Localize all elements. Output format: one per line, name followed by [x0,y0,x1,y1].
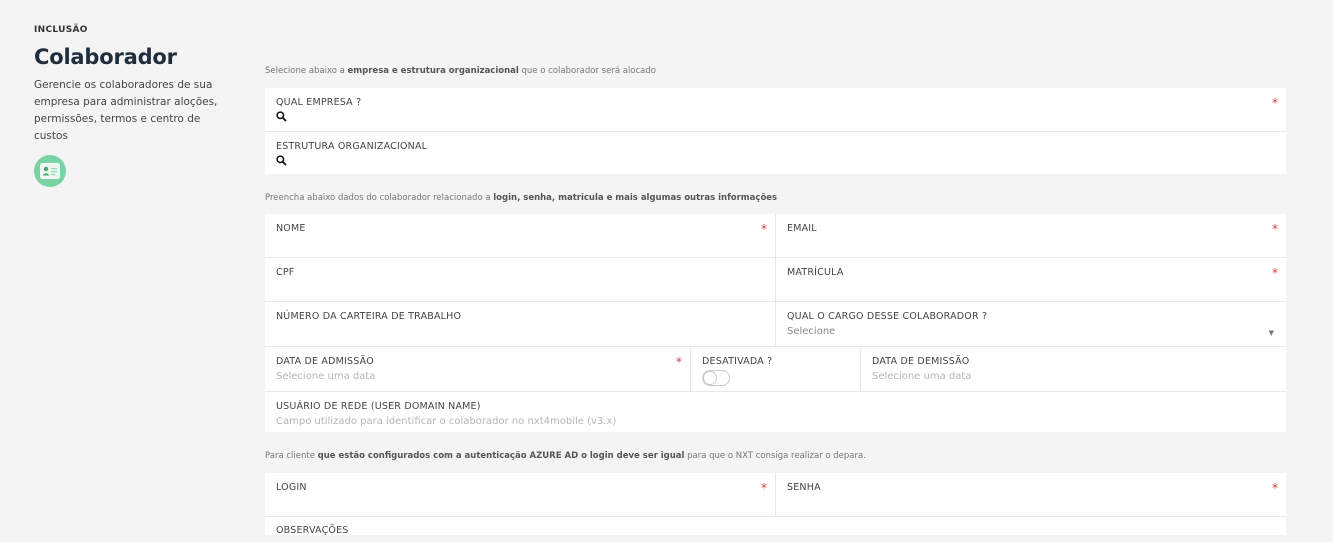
company-label: QUAL EMPRESA ? [276,97,362,108]
id-card-icon [34,155,66,187]
company-field[interactable]: QUAL EMPRESA ? * [265,88,1286,131]
nome-field[interactable]: NOME * [265,214,776,257]
login-field[interactable]: LOGIN * [265,473,776,516]
email-label: EMAIL [787,223,817,234]
employee-card: NOME * EMAIL * CPF MATRÍCULA * NÚMERO DA… [265,214,1286,432]
search-icon[interactable] [276,111,287,122]
email-field[interactable]: EMAIL * [776,214,1286,257]
required-mark: * [676,355,682,369]
required-mark: * [761,222,767,236]
usuario-rede-field[interactable]: USUÁRIO DE REDE (USER DOMAIN NAME) Campo… [265,392,1286,436]
desativada-toggle[interactable] [702,370,730,386]
page: INCLUSÃO Colaborador Gerencie os colabor… [0,0,1333,542]
required-mark: * [1272,266,1278,280]
demissao-label: DATA DE DEMISSÃO [872,356,970,367]
observacoes-field[interactable]: OBSERVAÇÕES [265,517,1286,536]
org-structure-label: ESTRUTURA ORGANIZACIONAL [276,141,428,152]
demissao-field[interactable]: DATA DE DEMISSÃO Selecione uma data [861,347,1286,391]
org-structure-field[interactable]: ESTRUTURA ORGANIZACIONAL [265,132,1286,175]
demissao-placeholder: Selecione uma data [872,371,972,382]
login-card: LOGIN * SENHA * OBSERVAÇÕES [265,473,1286,536]
page-header: INCLUSÃO Colaborador Gerencie os colabor… [34,25,224,187]
senha-field[interactable]: SENHA * [776,473,1286,516]
senha-label: SENHA [787,482,821,493]
cpf-field[interactable]: CPF [265,258,776,301]
desativada-field: DESATIVADA ? [691,347,861,391]
section-company-note: Selecione abaixo a empresa e estrutura o… [265,66,656,76]
admissao-field[interactable]: DATA DE ADMISSÃO * Selecione uma data [265,347,691,391]
desativada-label: DESATIVADA ? [702,356,773,367]
usuario-rede-placeholder: Campo utilizado para identificar o colab… [276,416,617,427]
nome-label: NOME [276,223,306,234]
section-azure-note: Para cliente que estão configurados com … [265,451,866,461]
admissao-placeholder: Selecione uma data [276,371,376,382]
page-description: Gerencie os colaboradores de sua empresa… [34,79,218,142]
admissao-label: DATA DE ADMISSÃO [276,356,374,367]
chevron-down-icon[interactable]: ▼ [1269,329,1274,337]
ctps-field[interactable]: NÚMERO DA CARTEIRA DE TRABALHO [265,302,776,346]
page-title: Colaborador [34,45,177,69]
ctps-label: NÚMERO DA CARTEIRA DE TRABALHO [276,311,462,322]
cpf-label: CPF [276,267,295,278]
required-mark: * [1272,96,1278,110]
toggle-knob [704,372,716,384]
usuario-rede-label: USUÁRIO DE REDE (USER DOMAIN NAME) [276,401,481,412]
cargo-label: QUAL O CARGO DESSE COLABORADOR ? [787,311,988,322]
cargo-select[interactable]: QUAL O CARGO DESSE COLABORADOR ? Selecio… [776,302,1286,346]
matricula-label: MATRÍCULA [787,267,844,278]
page-eyebrow: INCLUSÃO [34,25,88,35]
required-mark: * [1272,481,1278,495]
observacoes-label: OBSERVAÇÕES [276,525,349,536]
section-employee-note: Preencha abaixo dados do colaborador rel… [265,193,778,203]
company-card: QUAL EMPRESA ? * ESTRUTURA ORGANIZACIONA… [265,88,1286,174]
cargo-value: Selecione [787,326,836,337]
required-mark: * [1272,222,1278,236]
matricula-field[interactable]: MATRÍCULA * [776,258,1286,301]
search-icon[interactable] [276,155,287,166]
login-label: LOGIN [276,482,307,493]
required-mark: * [761,481,767,495]
